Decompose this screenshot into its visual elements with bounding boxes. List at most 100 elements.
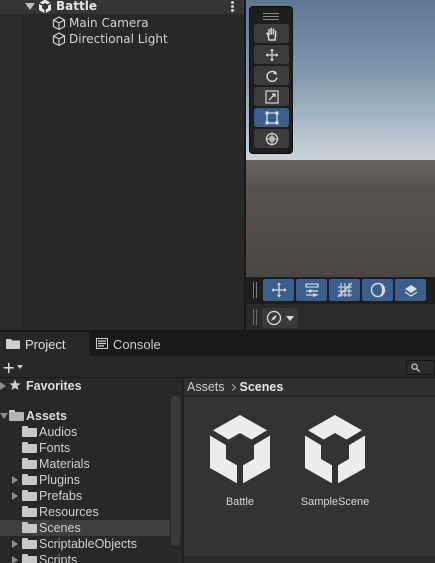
move-snap-icon: [271, 282, 286, 298]
chevron-down-icon: [286, 315, 294, 321]
tab-console[interactable]: Console: [90, 332, 170, 356]
hierarchy-gutter: [0, 0, 22, 330]
grid-footer-bar: [184, 556, 435, 563]
hierarchy-panel: Battle Main Camera Directional Light: [0, 0, 244, 330]
hierarchy-item-label: Main Camera: [69, 16, 149, 30]
breadcrumb-scenes[interactable]: Scenes: [240, 380, 284, 394]
tree-label: ScriptableObjects: [39, 537, 137, 551]
chevron-down-icon: [17, 365, 24, 369]
cube-icon: [52, 32, 66, 46]
unity-logo-icon: [38, 0, 52, 17]
tree-item-folder[interactable]: Scripts: [0, 552, 170, 563]
unity-scene-icon: [208, 415, 272, 485]
layers-icon: [404, 285, 417, 297]
search-input[interactable]: [406, 360, 435, 375]
tree-item-folder-selected[interactable]: Scenes: [0, 520, 170, 536]
overlay-grip-icon[interactable]: [263, 13, 279, 22]
collapse-arrow-icon[interactable]: [0, 413, 8, 419]
scene-view[interactable]: [246, 0, 435, 330]
breadcrumb-assets[interactable]: Assets: [187, 380, 225, 394]
expand-arrow-icon[interactable]: [12, 492, 18, 500]
kebab-menu-icon[interactable]: [227, 0, 237, 14]
grid-icon: [337, 282, 352, 298]
breadcrumb: Assets Scenes: [184, 378, 435, 397]
grid-visibility-button[interactable]: [329, 279, 360, 301]
tree-item-assets[interactable]: Assets: [0, 408, 170, 424]
tree-label: Scenes: [39, 521, 81, 535]
folder-open-icon: [9, 410, 24, 421]
tree-label: Audios: [39, 425, 78, 439]
folder-icon: [22, 458, 37, 469]
expand-arrow-icon[interactable]: [12, 556, 18, 563]
plus-icon: +: [2, 357, 16, 377]
scene-header-row[interactable]: Battle: [0, 0, 244, 14]
unity-scene-icon: [303, 415, 367, 485]
tab-project[interactable]: Project: [0, 332, 89, 356]
sphere-shading-icon: [370, 282, 385, 298]
asset-label: Battle: [225, 496, 255, 508]
rect-tool-button[interactable]: [254, 108, 289, 127]
folder-icon: [22, 538, 37, 549]
grid-settings-button[interactable]: [296, 279, 327, 301]
folder-icon: [6, 337, 20, 352]
hierarchy-item[interactable]: Main Camera: [52, 15, 149, 31]
tree-item-folder[interactable]: Plugins: [0, 472, 170, 488]
folder-icon: [22, 442, 37, 453]
scale-tool-button[interactable]: [254, 87, 289, 106]
hand-tool-button[interactable]: [254, 24, 289, 43]
tree-label: Favorites: [26, 379, 82, 393]
tree-scrollbar[interactable]: [171, 396, 180, 546]
tree-item-folder[interactable]: Audios: [0, 424, 170, 440]
star-icon: [9, 379, 21, 390]
console-icon: [96, 337, 108, 352]
expand-arrow-icon[interactable]: [12, 540, 18, 548]
tree-label: Scripts: [39, 553, 78, 563]
compass-icon: [266, 310, 282, 326]
project-folder-tree: Favorites Assets Audios Fonts Materials …: [0, 378, 182, 563]
move-tool-button[interactable]: [254, 45, 289, 64]
asset-item[interactable]: Battle: [200, 413, 280, 508]
tree-item-folder[interactable]: ScriptableObjects: [0, 536, 170, 552]
folder-icon: [22, 490, 37, 501]
expand-arrow-icon[interactable]: [0, 382, 6, 390]
search-icon: [411, 363, 420, 372]
folder-icon: [22, 506, 37, 517]
expand-arrow-icon[interactable]: [12, 476, 18, 484]
tree-label: Materials: [39, 457, 90, 471]
asset-label: SampleScene: [300, 496, 370, 508]
tree-item-favorites[interactable]: Favorites: [0, 378, 170, 394]
tab-label: Console: [113, 336, 161, 352]
transform-icon: [265, 132, 278, 145]
overlay-grip-icon[interactable]: [253, 309, 257, 325]
rotate-tool-button[interactable]: [254, 66, 289, 85]
rotate-icon: [265, 70, 278, 82]
transform-tool-button[interactable]: [254, 129, 289, 148]
ground-plane: [246, 160, 435, 277]
tree-item-folder[interactable]: Fonts: [0, 440, 170, 456]
move-snap-button[interactable]: [263, 279, 294, 301]
hierarchy-item[interactable]: Directional Light: [52, 31, 168, 47]
expand-arrow-icon[interactable]: [25, 3, 35, 10]
asset-item[interactable]: SampleScene: [295, 413, 375, 508]
create-button[interactable]: +: [0, 356, 24, 378]
tree-label: Prefabs: [39, 489, 83, 503]
tree-item-folder[interactable]: Prefabs: [0, 488, 170, 504]
scale-icon: [264, 89, 279, 104]
tree-label: Fonts: [39, 441, 71, 455]
sliders-icon: [304, 283, 319, 297]
shading-mode-button[interactable]: [362, 279, 393, 301]
tree-item-folder[interactable]: Resources: [0, 504, 170, 520]
overlay-grip-icon[interactable]: [253, 282, 257, 298]
tree-label: Assets: [26, 409, 67, 423]
orientation-dropdown[interactable]: [262, 308, 298, 328]
tree-item-folder[interactable]: Materials: [0, 456, 170, 472]
scene-overlay-toolbar: [246, 277, 435, 304]
folder-icon: [22, 426, 37, 437]
chevron-right-icon: [228, 383, 236, 391]
folder-icon: [22, 474, 37, 485]
project-toolbar: +: [0, 356, 435, 378]
layers-button[interactable]: [395, 279, 426, 301]
tools-overlay: [249, 6, 293, 154]
scene-status-row: [246, 304, 435, 330]
project-tabbar: Project Console: [0, 332, 435, 356]
